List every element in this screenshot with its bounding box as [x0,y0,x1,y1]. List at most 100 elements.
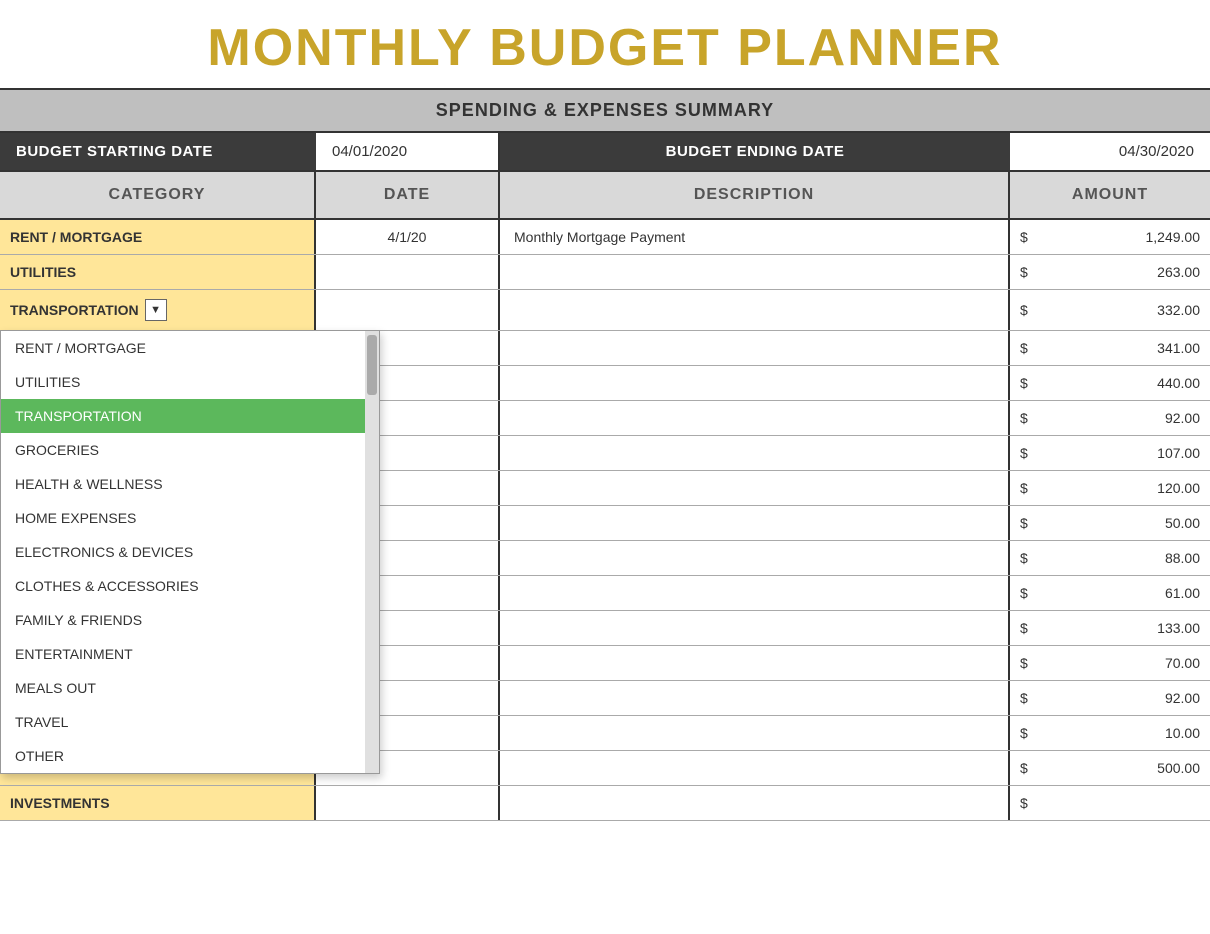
dropdown-item[interactable]: HOME EXPENSES [1,501,365,535]
scrollbar-track[interactable] [365,331,379,773]
cell-category: RENT / MORTGAGE [0,220,316,254]
amount-value: 1,249.00 [1038,229,1200,245]
table-row: RENT / MORTGAGE 4/1/20 Monthly Mortgage … [0,220,1210,255]
cell-description [500,751,1010,785]
category-text: INVESTMENTS [10,795,110,811]
cell-category[interactable]: TRANSPORTATION ▼ RENT / MORTGAGEUTILITIE… [0,290,316,330]
date-row: BUDGET STARTING DATE 04/01/2020 BUDGET E… [0,133,1210,172]
cell-date [316,786,500,820]
dropdown-item[interactable]: TRANSPORTATION [1,399,365,433]
dollar-sign: $ [1020,550,1034,566]
amount-value: 341.00 [1038,340,1200,356]
cell-amount: $ 70.00 [1010,646,1210,680]
cell-description [500,611,1010,645]
cell-amount: $ 332.00 [1010,290,1210,330]
header-amount: AMOUNT [1010,172,1210,218]
dropdown-item[interactable]: OTHER [1,739,365,773]
cell-description [500,716,1010,750]
header-date: DATE [316,172,500,218]
cell-amount: $ 50.00 [1010,506,1210,540]
dropdown-menu: RENT / MORTGAGEUTILITIESTRANSPORTATIONGR… [0,330,380,774]
dollar-sign: $ [1020,375,1034,391]
cell-amount: $ 120.00 [1010,471,1210,505]
cell-category: UTILITIES [0,255,316,289]
table-body: RENT / MORTGAGE 4/1/20 Monthly Mortgage … [0,220,1210,821]
budget-end-value: 04/30/2020 [1010,133,1210,170]
cell-description [500,506,1010,540]
table-row: INVESTMENTS $ [0,786,1210,821]
dollar-sign: $ [1020,620,1034,636]
page-title: MONTHLY BUDGET PLANNER [0,18,1210,78]
cell-date [316,255,500,289]
cell-description [500,681,1010,715]
cell-date: 4/1/20 [316,220,500,254]
dropdown-item[interactable]: TRAVEL [1,705,365,739]
dropdown-list: RENT / MORTGAGEUTILITIESTRANSPORTATIONGR… [1,331,365,773]
amount-value: 263.00 [1038,264,1200,280]
dropdown-item[interactable]: MEALS OUT [1,671,365,705]
dollar-sign: $ [1020,480,1034,496]
table-header: CATEGORY DATE DESCRIPTION AMOUNT [0,172,1210,220]
amount-value: 61.00 [1038,585,1200,601]
amount-value: 70.00 [1038,655,1200,671]
category-text: TRANSPORTATION [10,302,139,318]
dollar-sign: $ [1020,725,1034,741]
cell-description [500,471,1010,505]
cell-description [500,290,1010,330]
dollar-sign: $ [1020,655,1034,671]
cell-amount: $ 92.00 [1010,401,1210,435]
amount-value: 107.00 [1038,445,1200,461]
cell-amount: $ 133.00 [1010,611,1210,645]
table-row: TRANSPORTATION ▼ RENT / MORTGAGEUTILITIE… [0,290,1210,331]
dropdown-item[interactable]: UTILITIES [1,365,365,399]
dropdown-item[interactable]: HEALTH & WELLNESS [1,467,365,501]
category-text: UTILITIES [10,264,76,280]
dropdown-item[interactable]: GROCERIES [1,433,365,467]
cell-amount: $ 1,249.00 [1010,220,1210,254]
cell-description [500,366,1010,400]
date-text: 4/1/20 [388,229,427,245]
cell-amount: $ 88.00 [1010,541,1210,575]
subtitle-bar: SPENDING & EXPENSES SUMMARY [0,88,1210,133]
category-text: RENT / MORTGAGE [10,229,142,245]
amount-value: 500.00 [1038,760,1200,776]
cell-description [500,576,1010,610]
title-bar: MONTHLY BUDGET PLANNER [0,0,1210,88]
dropdown-trigger[interactable]: ▼ [145,299,167,321]
cell-date [316,290,500,330]
cell-amount: $ 10.00 [1010,716,1210,750]
amount-value: 10.00 [1038,725,1200,741]
dropdown-item[interactable]: CLOTHES & ACCESSORIES [1,569,365,603]
cell-description [500,401,1010,435]
cell-description [500,541,1010,575]
cell-amount: $ 263.00 [1010,255,1210,289]
dollar-sign: $ [1020,795,1034,811]
amount-value: 332.00 [1038,302,1200,318]
dollar-sign: $ [1020,585,1034,601]
dollar-sign: $ [1020,760,1034,776]
dollar-sign: $ [1020,410,1034,426]
cell-amount: $ [1010,786,1210,820]
budget-start-label: BUDGET STARTING DATE [0,133,316,170]
cell-amount: $ 440.00 [1010,366,1210,400]
amount-value: 440.00 [1038,375,1200,391]
amount-value: 50.00 [1038,515,1200,531]
dollar-sign: $ [1020,445,1034,461]
cell-description [500,786,1010,820]
description-text: Monthly Mortgage Payment [514,229,685,245]
scrollbar-thumb[interactable] [367,335,377,395]
header-description: DESCRIPTION [500,172,1010,218]
budget-end-label: BUDGET ENDING DATE [500,133,1010,170]
dropdown-item[interactable]: RENT / MORTGAGE [1,331,365,365]
dropdown-item[interactable]: FAMILY & FRIENDS [1,603,365,637]
header-category: CATEGORY [0,172,316,218]
cell-description [500,331,1010,365]
dollar-sign: $ [1020,690,1034,706]
dropdown-item[interactable]: ENTERTAINMENT [1,637,365,671]
amount-value: 88.00 [1038,550,1200,566]
amount-value: 92.00 [1038,410,1200,426]
dropdown-item[interactable]: ELECTRONICS & DEVICES [1,535,365,569]
cell-amount: $ 61.00 [1010,576,1210,610]
cell-description: Monthly Mortgage Payment [500,220,1010,254]
cell-amount: $ 107.00 [1010,436,1210,470]
